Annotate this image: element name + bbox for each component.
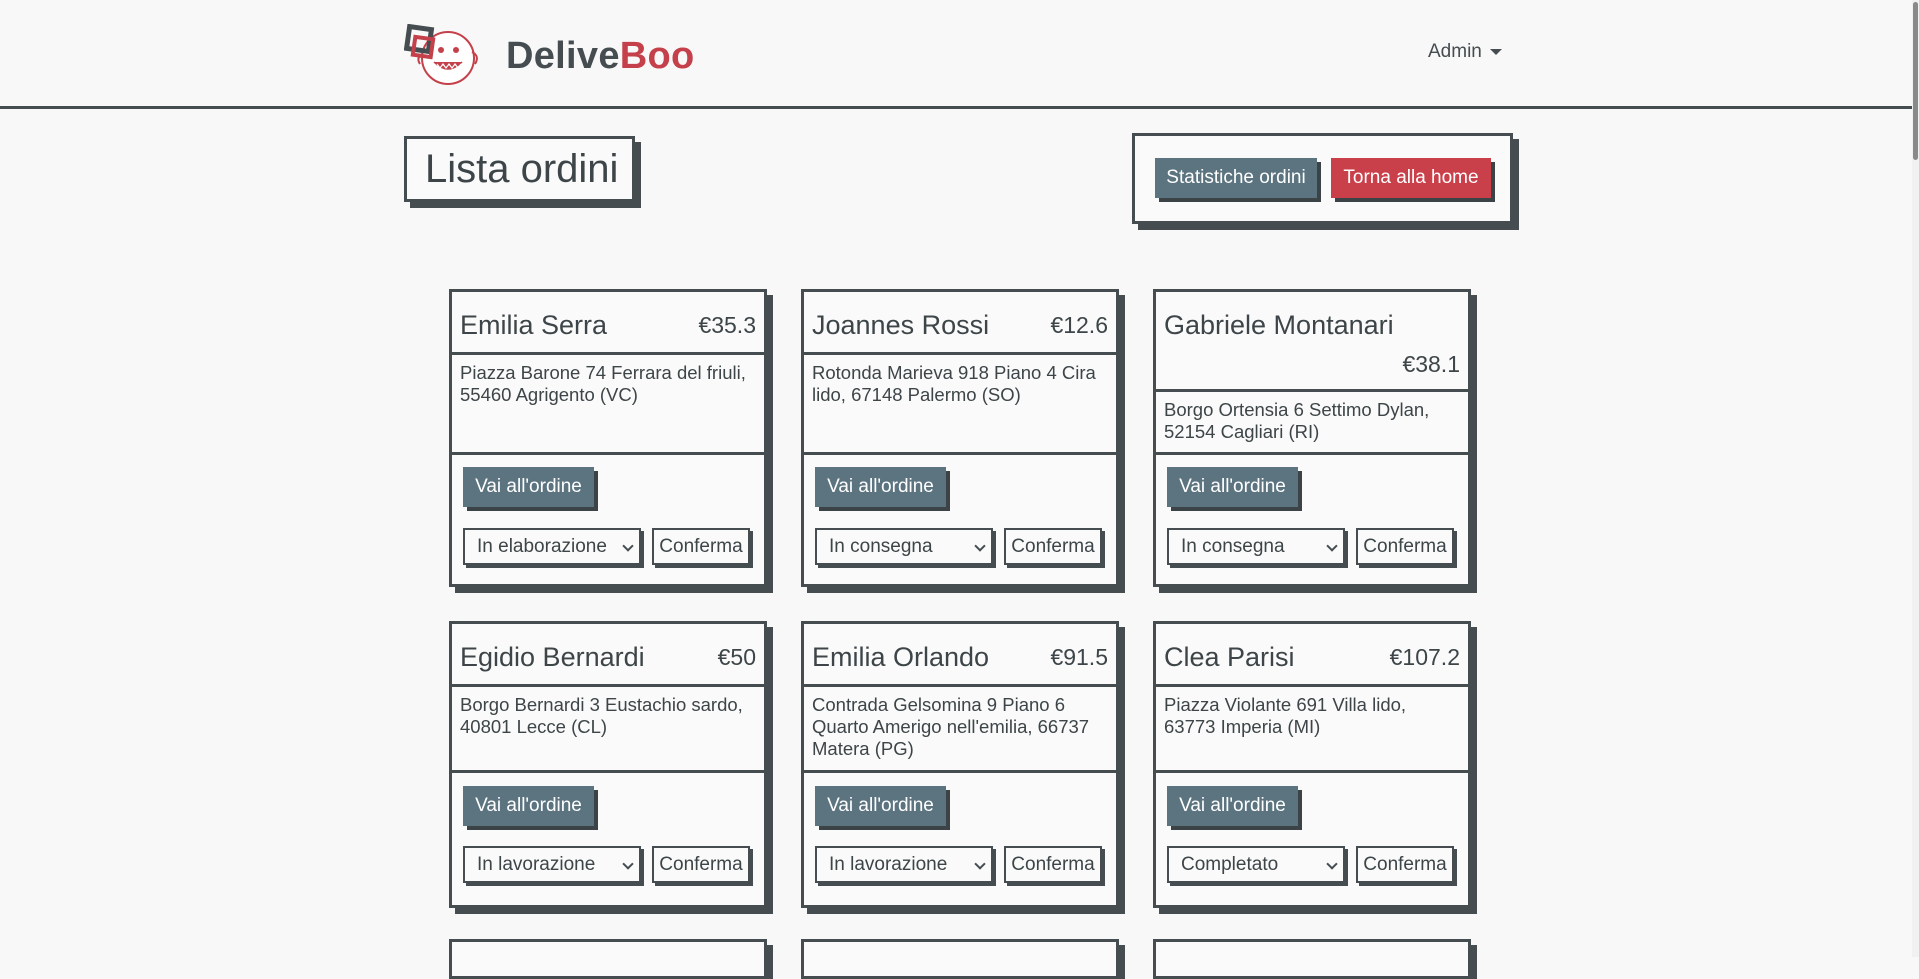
customer-name: Clea Parisi [1164,642,1295,672]
order-status-select[interactable]: In elaborazione [463,528,641,565]
order-status-select[interactable]: Completato [1167,846,1345,883]
confirm-status-button[interactable]: Conferma [1356,846,1454,883]
order-price: €91.5 [1050,644,1108,670]
order-status-select[interactable]: In consegna [1167,528,1345,565]
go-to-order-button[interactable]: Vai all'ordine [815,786,946,826]
brand-logo[interactable]: DeliveBoo [404,24,695,88]
confirm-status-button[interactable]: Conferma [1356,528,1454,565]
go-to-order-button[interactable]: Vai all'ordine [463,786,594,826]
page-title: Lista ordini [404,136,635,202]
chevron-down-icon [1326,540,1338,552]
confirm-status-button[interactable]: Conferma [1004,528,1102,565]
order-address: Piazza Violante 691 Villa lido, 63773 Im… [1156,687,1468,773]
chevron-down-icon [1326,858,1338,870]
order-actions: Vai all'ordine In elaborazione Conferma [452,455,764,595]
navbar: DeliveBoo Admin [0,0,1912,109]
order-price: €50 [717,644,756,670]
customer-name: Emilia Orlando [812,642,990,672]
back-home-button[interactable]: Torna alla home [1331,158,1491,198]
order-status-select[interactable]: In consegna [815,528,993,565]
order-actions: Vai all'ordine In lavorazione Conferma [452,773,764,913]
order-card-header: Emilia Serra €35.3 [452,292,764,355]
order-card-header: Gabriele Montanari €38.1 [1156,292,1468,392]
order-status-value: In lavorazione [829,853,948,875]
order-price: €107.2 [1389,644,1460,670]
order-status-select[interactable]: In lavorazione [815,846,993,883]
confirm-status-button[interactable]: Conferma [652,528,750,565]
go-to-order-button[interactable]: Vai all'ordine [1167,467,1298,507]
order-address: Piazza Barone 74 Ferrara del friuli, 554… [452,355,764,455]
order-stats-button[interactable]: Statistiche ordini [1155,158,1317,198]
header-actions: Statistiche ordini Torna alla home [1132,133,1513,224]
order-status-select[interactable]: In lavorazione [463,846,641,883]
order-card: Emilia Orlando €91.5 Contrada Gelsomina … [801,621,1119,908]
order-card [1153,939,1471,979]
order-price: €12.6 [1050,312,1108,338]
customer-name: Egidio Bernardi [460,642,645,672]
chevron-down-icon [622,540,634,552]
order-price: €38.1 [1402,351,1460,377]
brand-name-part2: Boo [619,34,695,77]
order-card-header: Joannes Rossi €12.6 [804,292,1116,355]
order-card: Emilia Serra €35.3 Piazza Barone 74 Ferr… [449,289,767,587]
order-card: Joannes Rossi €12.6 Rotonda Marieva 918 … [801,289,1119,587]
order-card [801,939,1119,979]
order-status-value: In lavorazione [477,853,596,875]
user-menu-dropdown[interactable]: Admin [1428,41,1502,63]
customer-name: Emilia Serra [460,310,608,340]
brand-name: DeliveBoo [506,35,695,78]
order-address: Borgo Ortensia 6 Settimo Dylan, 52154 Ca… [1156,392,1468,455]
order-status-value: Completato [1181,853,1279,875]
caret-down-icon [1489,48,1502,55]
chevron-down-icon [622,858,634,870]
customer-name: Gabriele Montanari [1164,310,1394,340]
chevron-down-icon [974,858,986,870]
order-status-value: In elaborazione [477,535,607,557]
order-card-header: Egidio Bernardi €50 [452,624,764,687]
order-actions: Vai all'ordine In lavorazione Conferma [804,773,1116,913]
customer-name: Joannes Rossi [812,310,990,340]
confirm-status-button[interactable]: Conferma [1004,846,1102,883]
order-card: Gabriele Montanari €38.1 Borgo Ortensia … [1153,289,1471,587]
order-card [449,939,767,979]
go-to-order-button[interactable]: Vai all'ordine [1167,786,1298,826]
order-address: Contrada Gelsomina 9 Piano 6 Quarto Amer… [804,687,1116,773]
order-card-header: Emilia Orlando €91.5 [804,624,1116,687]
page-scrollbar[interactable] [1912,0,1919,957]
order-actions: Vai all'ordine In consegna Conferma [804,455,1116,595]
ghost-logo-icon [404,24,478,85]
order-address: Rotonda Marieva 918 Piano 4 Cira lido, 6… [804,355,1116,455]
scrollbar-thumb[interactable] [1913,2,1918,160]
order-status-value: In consegna [829,535,933,557]
confirm-status-button[interactable]: Conferma [652,846,750,883]
go-to-order-button[interactable]: Vai all'ordine [815,467,946,507]
order-card: Egidio Bernardi €50 Borgo Bernardi 3 Eus… [449,621,767,908]
order-actions: Vai all'ordine In consegna Conferma [1156,455,1468,595]
order-price: €35.3 [698,312,756,338]
order-actions: Vai all'ordine Completato Conferma [1156,773,1468,913]
brand-name-part1: Delive [506,34,620,77]
order-card-header: Clea Parisi €107.2 [1156,624,1468,687]
go-to-order-button[interactable]: Vai all'ordine [463,467,594,507]
order-card: Clea Parisi €107.2 Piazza Violante 691 V… [1153,621,1471,908]
order-status-value: In consegna [1181,535,1285,557]
chevron-down-icon [974,540,986,552]
user-menu-label: Admin [1428,41,1482,62]
order-address: Borgo Bernardi 3 Eustachio sardo, 40801 … [452,687,764,773]
